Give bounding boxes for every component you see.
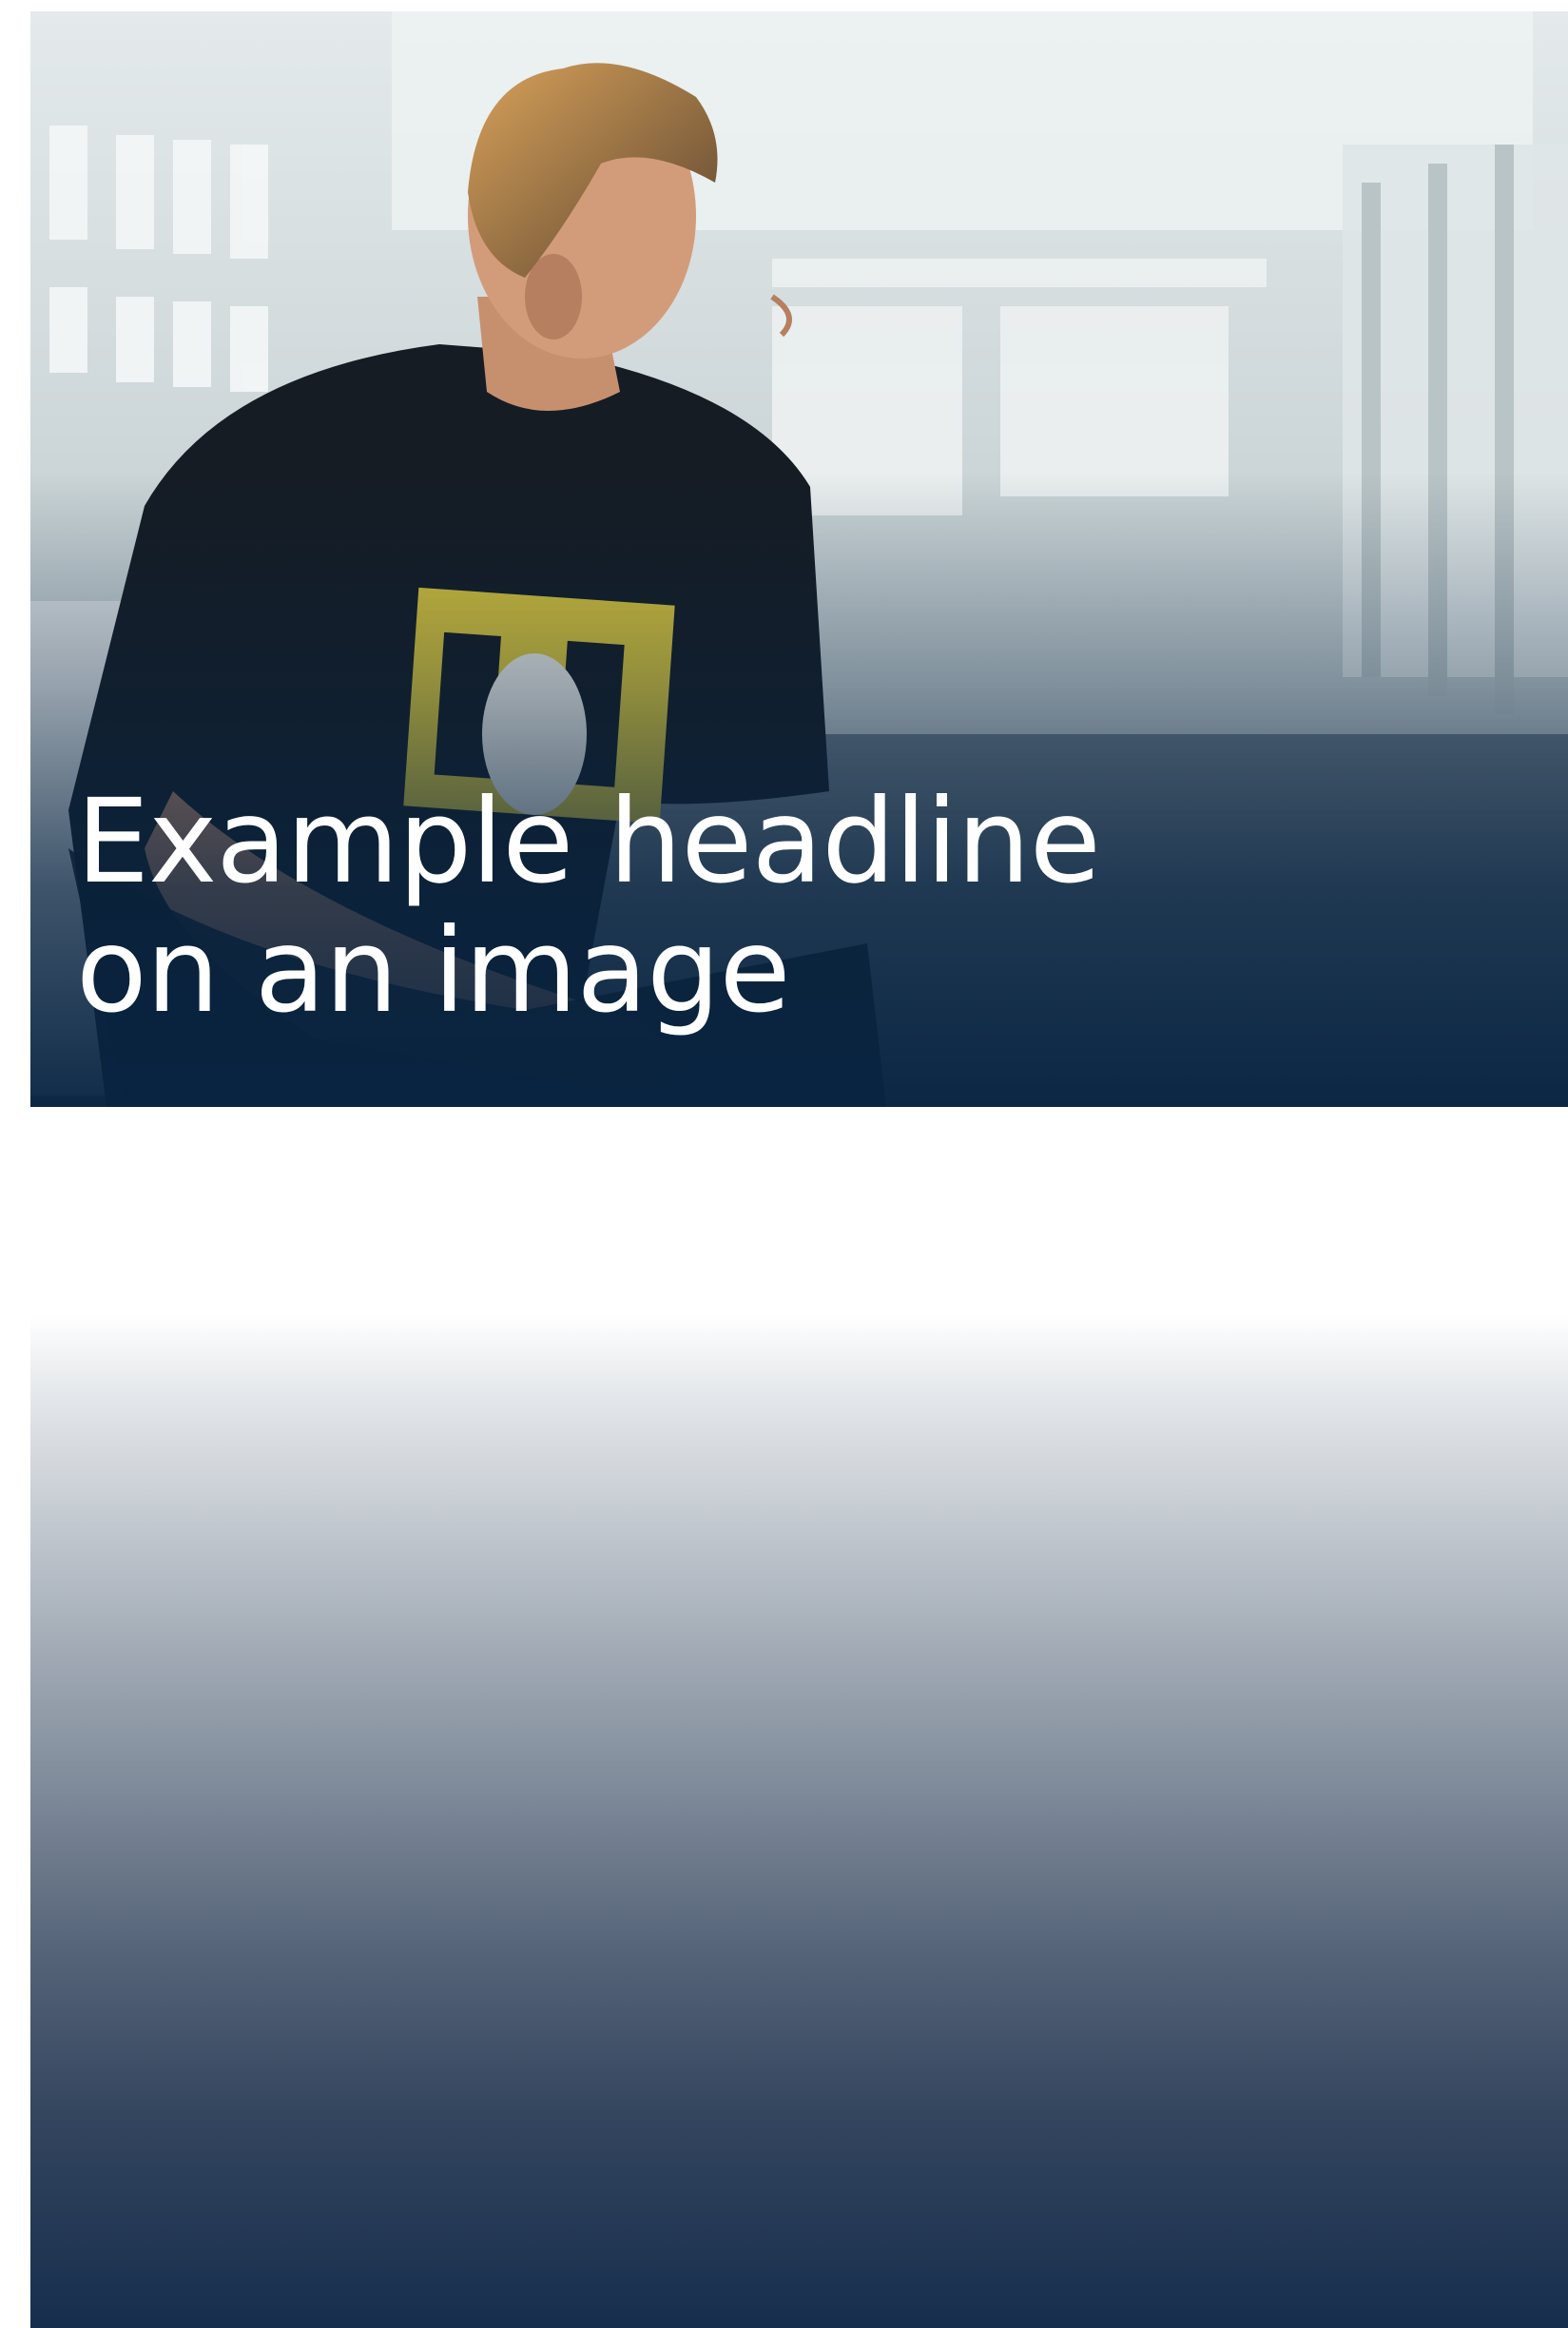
hero-image-card: Example headline on an image xyxy=(30,11,1568,1107)
hero-headline: Example headline on an image xyxy=(76,777,1217,1036)
hero-headline-line-1: Example headline xyxy=(76,774,1101,909)
hero-headline-line-2: on an image xyxy=(76,903,791,1038)
page: Example headline on an image xyxy=(0,0,1568,2328)
gradient-panel xyxy=(30,1107,1568,2328)
